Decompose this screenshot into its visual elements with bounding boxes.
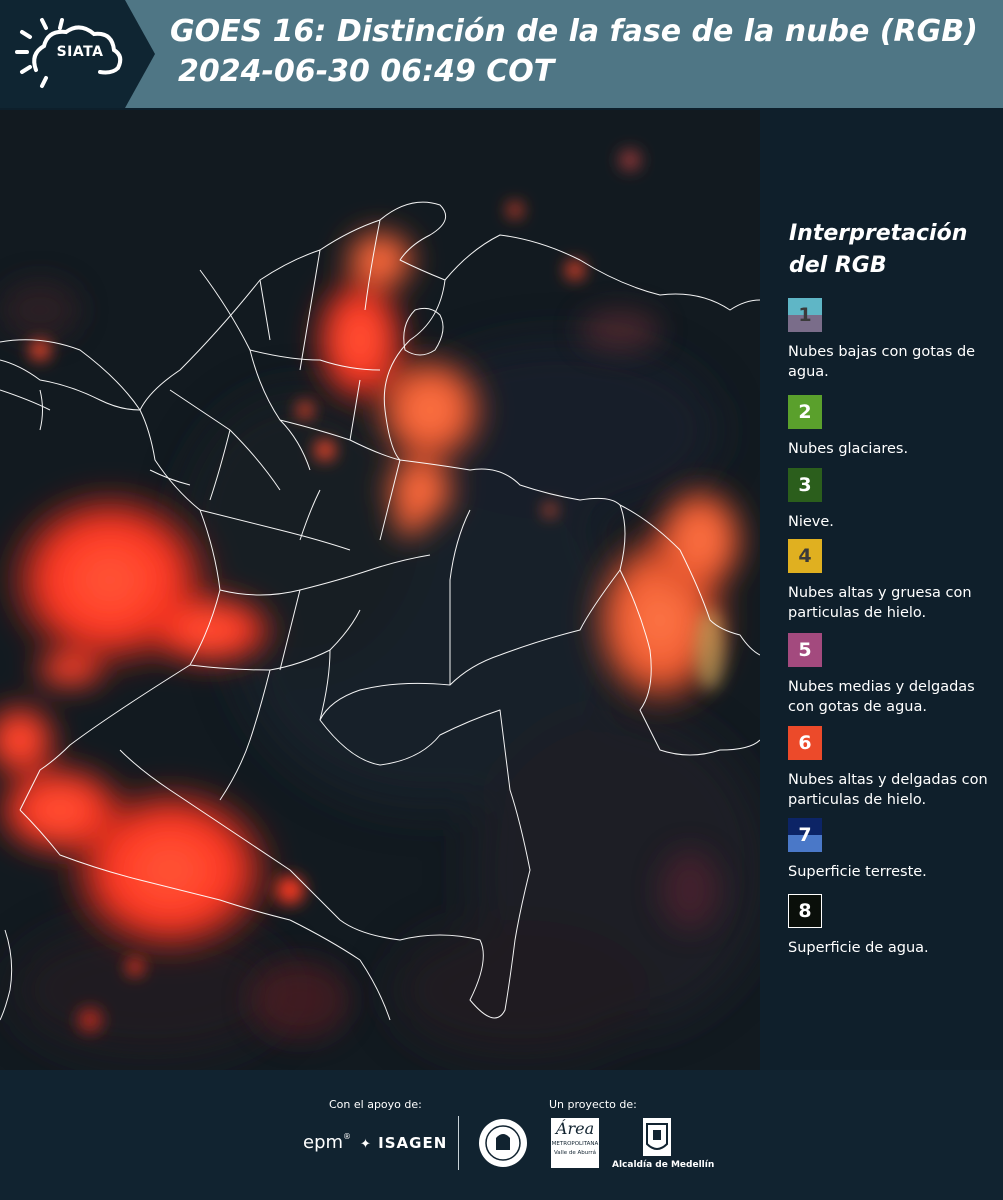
isagen-icon: ✦ bbox=[360, 1137, 372, 1152]
footer-divider bbox=[458, 1116, 459, 1170]
page-title: GOES 16: Distinción de la fase de la nub… bbox=[170, 14, 978, 49]
siata-seal-logo bbox=[478, 1118, 528, 1168]
legend-label-8: Superficie de agua. bbox=[788, 940, 929, 956]
legend-item-4: 4 Nubes altas y gruesa con particulas de… bbox=[788, 539, 998, 623]
legend-item-8: 8 Superficie de agua. bbox=[788, 894, 998, 958]
legend-swatch-6: 6 bbox=[788, 726, 822, 760]
legend-swatch-3: 3 bbox=[788, 468, 822, 502]
isagen-logo-text: ISAGEN bbox=[378, 1134, 448, 1152]
legend-title: Interpretación del RGB bbox=[789, 218, 989, 282]
footer: Con el apoyo de: Un proyecto de: epm® ✦ … bbox=[0, 1070, 1003, 1200]
area-logo-subtitle2: Valle de Aburrá bbox=[553, 1150, 597, 1156]
legend-swatch-5: 5 bbox=[788, 633, 822, 667]
legend-item-7: 7 Superficie terreste. bbox=[788, 818, 998, 882]
legend-label-3: Nieve. bbox=[788, 514, 834, 530]
legend-item-5: 5 Nubes medias y delgadas con gotas de a… bbox=[788, 633, 998, 717]
legend-swatch-1: 1 bbox=[788, 298, 822, 332]
alcaldia-shield-icon bbox=[643, 1118, 671, 1156]
legend-item-6: 6 Nubes altas y delgadas con particulas … bbox=[788, 726, 998, 810]
siata-logo: SIATA bbox=[0, 0, 155, 108]
legend-panel: Interpretación del RGB 1 Nubes bajas con… bbox=[760, 110, 1003, 1070]
project-caption: Un proyecto de: bbox=[549, 1098, 637, 1111]
header-bar: SIATA GOES 16: Distinción de la fase de … bbox=[0, 0, 1003, 108]
epm-logo: epm® bbox=[303, 1132, 352, 1153]
isagen-logo: ✦ ISAGEN bbox=[360, 1134, 447, 1152]
legend-item-2: 2 Nubes glaciares. bbox=[788, 395, 998, 459]
siata-logo-text: SIATA bbox=[56, 44, 104, 60]
satellite-map bbox=[0, 110, 760, 1070]
legend-label-4: Nubes altas y gruesa con particulas de h… bbox=[788, 585, 972, 621]
area-logo-title: Área bbox=[555, 1119, 595, 1138]
legend-swatch-7: 7 bbox=[788, 818, 822, 852]
legend-swatch-2: 2 bbox=[788, 395, 822, 429]
legend-item-1: 1 Nubes bajas con gotas de agua. bbox=[788, 298, 998, 382]
legend-label-1: Nubes bajas con gotas de agua. bbox=[788, 344, 976, 380]
epm-logo-text: epm bbox=[303, 1132, 344, 1153]
legend-label-2: Nubes glaciares. bbox=[788, 441, 909, 457]
legend-title-line2: del RGB bbox=[789, 253, 887, 278]
alcaldia-logo-text: Alcaldía de Medellín bbox=[612, 1160, 715, 1170]
legend-label-6: Nubes altas y delgadas con particulas de… bbox=[788, 772, 988, 808]
legend-label-5: Nubes medias y delgadas con gotas de agu… bbox=[788, 679, 975, 715]
area-logo-subtitle: METROPOLITANA bbox=[551, 1141, 599, 1147]
legend-label-7: Superficie terreste. bbox=[788, 864, 927, 880]
page-timestamp: 2024-06-30 06:49 COT bbox=[178, 54, 555, 89]
support-caption: Con el apoyo de: bbox=[329, 1098, 422, 1111]
legend-title-line1: Interpretación bbox=[789, 221, 968, 246]
area-metropolitana-logo: Área METROPOLITANA Valle de Aburrá bbox=[551, 1118, 599, 1168]
legend-swatch-8: 8 bbox=[788, 894, 822, 928]
legend-swatch-4: 4 bbox=[788, 539, 822, 573]
legend-item-3: 3 Nieve. bbox=[788, 468, 998, 532]
